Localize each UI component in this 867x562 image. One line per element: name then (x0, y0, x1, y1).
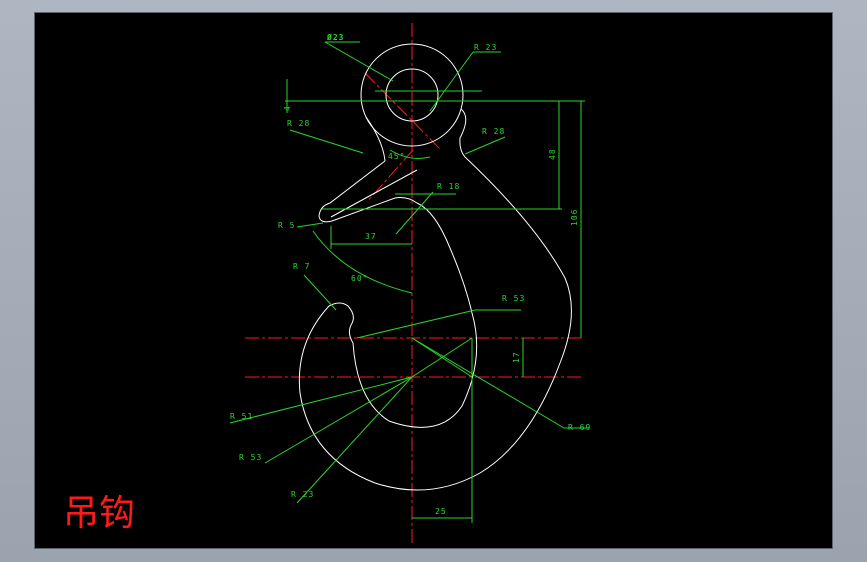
r7-leader (303, 274, 337, 311)
dim-r23-bottom: R 23 (291, 490, 314, 499)
r5-leader (296, 222, 324, 228)
r51-leader (229, 376, 413, 424)
neck-left-curve (365, 116, 386, 162)
neck-right-curve (459, 108, 467, 158)
latch-upper-edge (318, 160, 418, 223)
dim-r53-left: R 53 (239, 453, 262, 462)
application-background: Ø23 R 23 R 28 R 28 45° R 18 R 5 37 48 10… (0, 0, 867, 562)
r69-leader (411, 337, 565, 429)
hook-body-outline (298, 156, 572, 491)
r53-right-leader (356, 309, 476, 339)
dimension-lines (229, 41, 589, 523)
dim-r51: R 51 (230, 412, 253, 421)
r18-leader (395, 191, 434, 235)
dim-37: 37 (365, 232, 377, 241)
dim-r28-left: R 28 (287, 119, 310, 128)
dim-r18: R 18 (437, 182, 460, 191)
dim-25: 25 (435, 507, 447, 516)
dia23-leader (324, 41, 394, 82)
dim-diameter-top: Ø23 (326, 32, 344, 42)
drawing-title: 吊钩 (63, 493, 135, 534)
hook-drawing-canvas[interactable]: Ø23 R 23 R 28 R 28 45° R 18 R 5 37 48 10… (35, 13, 832, 548)
dim-4: 4 (283, 105, 292, 111)
hook-outline (298, 43, 572, 491)
r28-right-leader (464, 136, 506, 155)
dim-r53-right: R 53 (502, 294, 525, 303)
dim-angle-60: 60° (351, 274, 368, 283)
dim-48: 48 (548, 148, 557, 160)
dim-r28-right: R 28 (482, 127, 505, 136)
dim-angle-45: 45° (388, 152, 405, 161)
dim-17: 17 (512, 351, 521, 363)
r23-top-leader (429, 51, 474, 112)
r53-left-leader (264, 376, 413, 464)
dim-r7: R 7 (293, 262, 310, 271)
r28-left-leader (289, 129, 364, 154)
dim-106: 106 (570, 209, 579, 226)
dim-r69: R 69 (568, 423, 591, 432)
dim-r23-top: R 23 (474, 43, 497, 52)
eye-diagonal-centerline (364, 72, 442, 151)
dim-r5: R 5 (278, 221, 295, 230)
r23-bottom-leader (296, 376, 413, 504)
drawing-sheet[interactable]: Ø23 R 23 R 28 R 28 45° R 18 R 5 37 48 10… (35, 13, 832, 548)
angle-60-arc (312, 230, 413, 294)
